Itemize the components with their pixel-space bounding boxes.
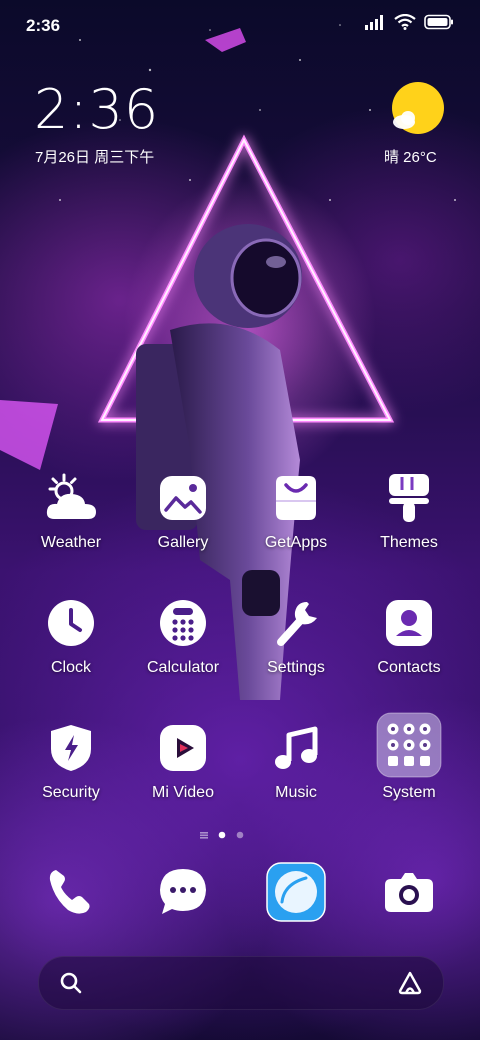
app-label: Weather — [40, 534, 102, 551]
battery-icon — [424, 14, 453, 30]
app-weather[interactable]: Weather — [16, 470, 126, 570]
app-label: Settings — [267, 659, 325, 676]
app-music[interactable]: Music — [241, 720, 351, 820]
app-label: System — [382, 784, 436, 801]
app-getapps[interactable]: GetApps — [241, 470, 351, 570]
contacts-icon — [381, 595, 437, 651]
app-label: Themes — [380, 534, 438, 551]
browser-icon — [266, 862, 326, 922]
app-gallery[interactable]: Gallery — [128, 470, 238, 570]
page-indicator[interactable] — [200, 829, 250, 841]
wifi-icon — [394, 14, 416, 30]
app-label: Security — [42, 784, 100, 801]
app-label: Mi Video — [152, 784, 214, 801]
phone-icon — [49, 870, 90, 914]
music-icon — [268, 720, 324, 776]
status-bar: 2:36 — [0, 0, 480, 50]
app-clock[interactable]: Clock — [16, 595, 126, 695]
dock-camera[interactable] — [379, 862, 439, 922]
gallery-icon — [155, 470, 211, 526]
sunny-weather-icon[interactable] — [390, 82, 444, 136]
search-bar[interactable] — [38, 956, 444, 1010]
system-folder-icon — [376, 712, 442, 778]
getapps-icon — [268, 470, 324, 526]
home-pages-list-icon — [200, 832, 208, 839]
page-dot — [236, 831, 244, 839]
weather-icon — [43, 470, 99, 526]
dock-messages[interactable] — [153, 862, 213, 922]
signal-icon — [365, 15, 383, 30]
messages-icon — [160, 869, 206, 914]
clock-icon — [43, 595, 99, 651]
app-security[interactable]: Security — [16, 720, 126, 820]
dock-browser[interactable] — [266, 862, 326, 922]
status-icons — [364, 14, 454, 30]
widget-clock-time[interactable]: 2:36 — [34, 80, 159, 140]
settings-icon — [268, 595, 324, 651]
app-label: Clock — [50, 659, 91, 676]
app-label: Calculator — [146, 659, 220, 676]
themes-icon — [381, 470, 437, 526]
search-icon[interactable] — [59, 971, 83, 995]
app-settings[interactable]: Settings — [241, 595, 351, 695]
app-label: GetApps — [264, 534, 328, 551]
widget-weather-text: 晴 26°C — [384, 149, 437, 166]
assistant-icon[interactable] — [397, 970, 423, 996]
camera-icon — [385, 873, 433, 912]
app-label: Gallery — [157, 534, 209, 551]
mi-video-icon — [155, 720, 211, 776]
dock-phone[interactable] — [40, 862, 100, 922]
page-dot-active — [218, 831, 226, 839]
app-mi-video[interactable]: Mi Video — [128, 720, 238, 820]
app-contacts[interactable]: Contacts — [354, 595, 464, 695]
app-themes[interactable]: Themes — [354, 470, 464, 570]
widget-date: 7月26日 周三下午 — [35, 149, 155, 166]
app-label: Music — [275, 784, 317, 801]
status-time: 2:36 — [26, 16, 61, 35]
app-calculator[interactable]: Calculator — [128, 595, 238, 695]
calculator-icon — [155, 595, 211, 651]
app-label: Contacts — [377, 659, 441, 676]
security-icon — [43, 720, 99, 776]
app-system-folder[interactable]: System — [354, 712, 464, 812]
